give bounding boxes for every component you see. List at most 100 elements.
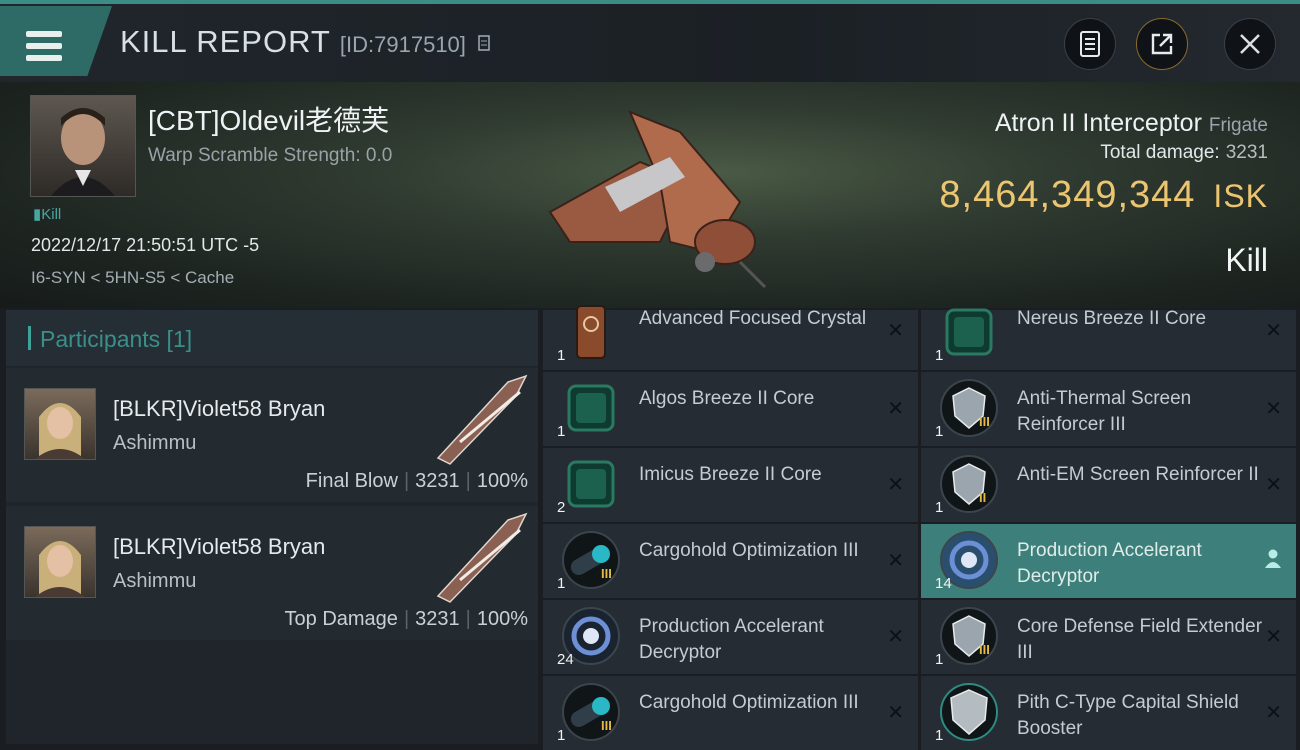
participant-ship-image bbox=[436, 512, 528, 603]
item-row[interactable]: III 1 Cargohold Optimization III ✕ bbox=[543, 524, 918, 598]
core-icon bbox=[939, 302, 999, 362]
kill-tag-label: Kill bbox=[41, 206, 62, 223]
destroyed-icon: ✕ bbox=[1265, 320, 1282, 342]
isk-amount: 8,464,349,344 bbox=[939, 174, 1196, 216]
destroyed-icon: ✕ bbox=[887, 320, 904, 342]
tier-badge: III bbox=[601, 566, 612, 581]
close-button[interactable] bbox=[1224, 18, 1276, 70]
victim-ship[interactable]: Atron II Interceptor Frigate bbox=[995, 109, 1268, 138]
item-name: Core Defense Field Extender III bbox=[1017, 616, 1263, 663]
report-button[interactable] bbox=[1064, 18, 1116, 70]
kill-tag: ▮Kill bbox=[33, 206, 62, 223]
participant-percent: 100% bbox=[476, 608, 528, 630]
item-row[interactable]: 14 Production Accelerant Decryptor bbox=[921, 524, 1296, 598]
copy-icon[interactable] bbox=[476, 34, 492, 54]
item-row[interactable]: III 1 Core Defense Field Extender III ✕ bbox=[921, 600, 1296, 674]
destroyed-icon: ✕ bbox=[1265, 474, 1282, 496]
tier-badge: III bbox=[979, 642, 990, 657]
total-damage-value: 3231 bbox=[1225, 142, 1268, 163]
item-quantity: 1 bbox=[935, 423, 944, 440]
participant-name: [BLKR]Violet58 Bryan bbox=[113, 396, 326, 421]
participant-role: Top Damage bbox=[284, 608, 398, 630]
item-name: Production Accelerant Decryptor bbox=[1017, 540, 1202, 587]
participants-header-accent bbox=[28, 326, 31, 350]
victim-panel: [CBT]Oldevil老德芙 Warp Scramble Strength: … bbox=[0, 82, 1300, 308]
item-row[interactable]: II 1 Anti-EM Screen Reinforcer II ✕ bbox=[921, 448, 1296, 522]
participant-footer: Final Blow | 3231 | 100% bbox=[305, 470, 528, 492]
tier-badge: III bbox=[979, 414, 990, 429]
destroyed-icon: ✕ bbox=[1265, 702, 1282, 724]
core-icon bbox=[561, 454, 621, 514]
item-row[interactable]: 1 Algos Breeze II Core ✕ bbox=[543, 372, 918, 446]
item-quantity: 1 bbox=[557, 575, 566, 592]
item-quantity: 14 bbox=[935, 575, 952, 592]
export-icon bbox=[1151, 33, 1173, 55]
participant-damage: 3231 bbox=[415, 608, 460, 630]
item-row[interactable]: 1 Pith C-Type Capital Shield Booster ✕ bbox=[921, 676, 1296, 750]
destroyed-icon: ✕ bbox=[887, 626, 904, 648]
item-row[interactable]: 24 Production Accelerant Decryptor ✕ bbox=[543, 600, 918, 674]
close-icon bbox=[1240, 34, 1260, 54]
destroyed-icon: ✕ bbox=[887, 398, 904, 420]
item-name: Anti-Thermal Screen Reinforcer III bbox=[1017, 388, 1192, 435]
participant-damage: 3231 bbox=[415, 470, 460, 492]
page-title: KILL REPORT [ID:7917510] bbox=[120, 24, 492, 60]
person-icon bbox=[1264, 548, 1282, 574]
item-row[interactable]: III 1 Cargohold Optimization III ✕ bbox=[543, 676, 918, 750]
participant-ship: Ashimmu bbox=[113, 570, 197, 592]
item-row[interactable]: 1 Nereus Breeze II Core ✕ bbox=[921, 308, 1296, 370]
item-row[interactable]: III 1 Anti-Thermal Screen Reinforcer III ✕ bbox=[921, 372, 1296, 446]
shield-booster-icon bbox=[939, 682, 999, 742]
rig-icon bbox=[561, 682, 621, 742]
item-name: Cargohold Optimization III bbox=[639, 540, 859, 561]
destroyed-icon: ✕ bbox=[887, 550, 904, 572]
item-name: Imicus Breeze II Core bbox=[639, 464, 822, 485]
item-quantity: 1 bbox=[557, 347, 566, 364]
item-quantity: 1 bbox=[935, 727, 944, 744]
participant-percent: 100% bbox=[476, 470, 528, 492]
shield-rig-icon bbox=[939, 606, 999, 666]
participant-portrait bbox=[24, 388, 96, 460]
ship-class: Frigate bbox=[1208, 115, 1268, 136]
participant-footer: Top Damage | 3231 | 100% bbox=[284, 608, 528, 630]
destroyed-icon: ✕ bbox=[1265, 398, 1282, 420]
item-row[interactable]: 1 Advanced Focused Crystal ✕ bbox=[543, 305, 918, 370]
tier-badge: II bbox=[979, 490, 987, 505]
isk-unit: ISK bbox=[1213, 178, 1268, 214]
item-quantity: 1 bbox=[557, 423, 566, 440]
participant-name: [BLKR]Violet58 Bryan bbox=[113, 534, 326, 559]
item-row[interactable]: 2 Imicus Breeze II Core ✕ bbox=[543, 448, 918, 522]
participants-empty-area bbox=[6, 644, 538, 744]
participant-row[interactable]: [BLKR]Violet58 Bryan Ashimmu Final Blow |… bbox=[6, 368, 538, 502]
title-text: KILL REPORT bbox=[120, 24, 331, 59]
destroyed-icon: ✕ bbox=[887, 474, 904, 496]
item-quantity: 2 bbox=[557, 499, 566, 516]
top-accent-line bbox=[0, 0, 1300, 4]
item-name: Nereus Breeze II Core bbox=[1017, 308, 1207, 329]
victim-ship-image bbox=[548, 110, 767, 289]
victim-name: [CBT]Oldevil老德芙 bbox=[148, 105, 390, 136]
item-name: Pith C-Type Capital Shield Booster bbox=[1017, 692, 1239, 739]
hamburger-icon bbox=[26, 31, 62, 61]
kill-location[interactable]: I6-SYN < 5HN-S5 < Cache bbox=[31, 268, 234, 288]
participant-ship-image bbox=[436, 374, 528, 465]
participant-role: Final Blow bbox=[305, 470, 398, 492]
document-icon bbox=[1080, 31, 1100, 57]
participant-portrait bbox=[24, 526, 96, 598]
total-damage: Total damage: 3231 bbox=[1100, 142, 1268, 164]
participants-header: Participants [1] bbox=[6, 310, 538, 366]
victim-portrait[interactable] bbox=[30, 95, 136, 197]
warp-scramble-strength: Warp Scramble Strength: 0.0 bbox=[148, 145, 393, 166]
ship-name: Atron II Interceptor bbox=[994, 109, 1202, 137]
item-quantity: 1 bbox=[935, 499, 944, 516]
core-icon bbox=[561, 378, 621, 438]
item-quantity: 1 bbox=[935, 347, 944, 364]
kill-type: Kill bbox=[1225, 242, 1268, 278]
item-name: Advanced Focused Crystal bbox=[639, 308, 867, 329]
participant-row[interactable]: [BLKR]Violet58 Bryan Ashimmu Top Damage |… bbox=[6, 506, 538, 640]
item-quantity: 1 bbox=[557, 727, 566, 744]
kill-datetime: 2022/12/17 21:50:51 UTC -5 bbox=[31, 235, 260, 255]
destroyed-icon: ✕ bbox=[1265, 626, 1282, 648]
participant-ship: Ashimmu bbox=[113, 432, 197, 454]
export-button[interactable] bbox=[1136, 18, 1188, 70]
